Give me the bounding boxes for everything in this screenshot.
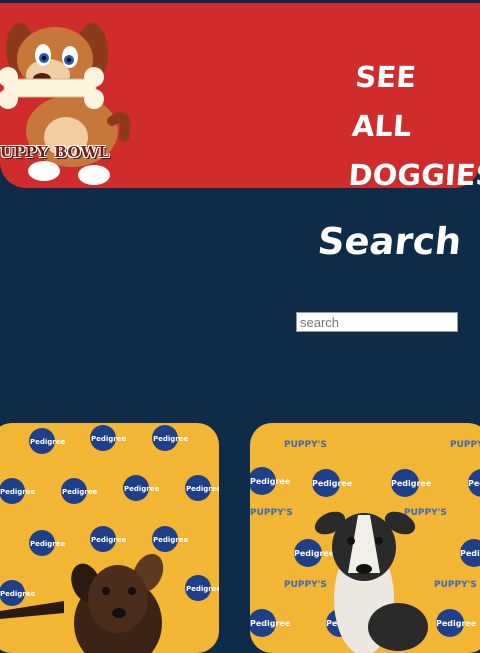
pedigree-backdrop: Pedigree Pedigree Pedigree Pedigree Pedigre… [0,425,219,653]
puppy-bowl-logo[interactable]: UPPY BOWL [0,9,135,185]
logo-text: UPPY BOWL [0,143,110,161]
svg-text:Pedigree: Pedigree [124,485,159,493]
svg-text:Pedigree: Pedigree [0,488,35,496]
svg-text:Pedigree: Pedigree [0,590,35,598]
svg-text:PUPPY'S: PUPPY'S [250,508,293,518]
svg-text:Pedigree: Pedigree [30,438,65,446]
search-input[interactable] [296,312,458,332]
svg-text:Pedigree: Pedigree [186,585,219,593]
search-heading: Search [315,220,464,263]
svg-text:PUPPY'S: PUPPY'S [450,440,480,450]
see-all-line1: SEE ALL [350,60,418,143]
svg-text:PUPPY'S: PUPPY'S [434,580,477,590]
puppy-card-brown[interactable]: Pedigree Pedigree Pedigree Pedigree Pedigre… [0,423,219,653]
puppy-card-black-white[interactable]: Pedigree Pedigree Pedigree Pedigree Pedigre… [250,423,480,653]
svg-text:PUPPY'S: PUPPY'S [284,580,327,590]
site-header: UPPY BOWL SEE ALL DOGGIES! [0,0,480,192]
svg-text:Pedigree: Pedigree [153,435,188,443]
svg-text:Pedigree: Pedigree [30,540,65,548]
svg-text:Pedigree: Pedigree [153,536,188,544]
svg-text:Pedigree: Pedigree [312,479,353,488]
svg-text:Pedigree: Pedigree [91,435,126,443]
svg-text:Pedigree: Pedigree [460,549,480,558]
svg-text:Pedigree: Pedigree [391,479,432,488]
svg-text:Pedigree: Pedigree [91,536,126,544]
pedigree-backdrop: Pedigree Pedigree Pedigree Pedigree Pedigre… [250,440,480,653]
svg-text:Pedigree: Pedigree [62,488,97,496]
see-all-doggies-link[interactable]: SEE ALL DOGGIES! [347,53,480,200]
svg-text:Pedigree: Pedigree [436,619,477,628]
svg-text:PUPPY'S: PUPPY'S [284,440,327,450]
svg-text:Pedigree: Pedigree [250,477,291,486]
svg-text:Pedigree: Pedigree [468,479,480,488]
svg-text:PUPPY'S: PUPPY'S [404,508,447,518]
svg-text:Pedigree: Pedigree [250,619,291,628]
see-all-line2: DOGGIES! [347,158,480,192]
svg-text:Pedigree: Pedigree [294,549,335,558]
svg-text:Pedigree: Pedigree [186,485,219,493]
